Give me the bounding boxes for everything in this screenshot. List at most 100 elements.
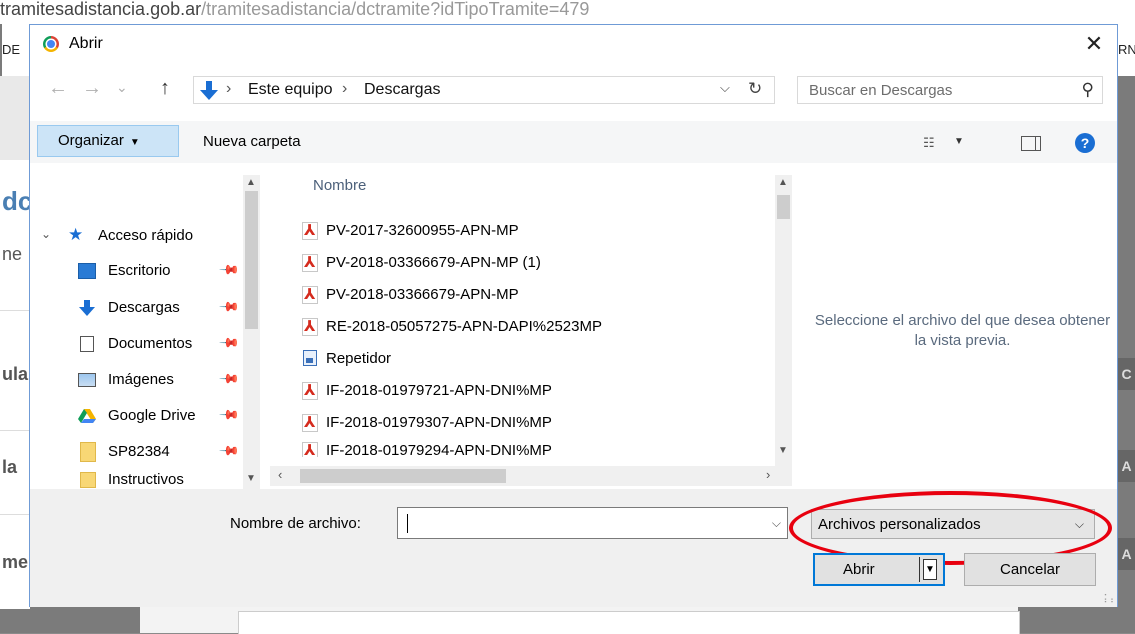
address-dropdown-icon[interactable]: ⌵: [720, 80, 730, 96]
nav-item-escritorio[interactable]: Escritorio 📌: [30, 256, 240, 286]
browser-url-bar: tramitesadistancia.gob.ar/tramitesadista…: [0, 0, 1135, 24]
file-row[interactable]: IF-2018-01979307-APN-DNI%MP: [302, 409, 782, 437]
view-options-icon[interactable]: ☷: [923, 135, 937, 151]
bg-sep: [0, 514, 30, 515]
file-name: RE-2018-05057275-APN-DAPI%2523MP: [326, 318, 602, 335]
up-button[interactable]: ↑: [160, 77, 170, 100]
bg-sep: [0, 430, 30, 431]
nav-item-sp82384[interactable]: SP82384 📌: [30, 437, 240, 467]
file-list: Nombre PV-2017-32600955-APN-MP PV-2018-0…: [275, 163, 805, 481]
scroll-up-icon[interactable]: ▲: [246, 177, 256, 188]
nav-item-label: Google Drive: [108, 407, 196, 424]
scroll-thumb[interactable]: [300, 469, 506, 483]
scroll-right-icon[interactable]: ›: [766, 467, 770, 482]
text-cursor: [407, 514, 408, 533]
navigation-pane: ⌄ ★ Acceso rápido Escritorio 📌 Descargas…: [30, 163, 270, 489]
file-row[interactable]: RE-2018-05057275-APN-DAPI%2523MP: [302, 313, 782, 341]
search-icon: ⚲: [1081, 80, 1094, 99]
preview-pane: Seleccione el archivo del que desea obte…: [808, 163, 1117, 489]
file-row[interactable]: PV-2018-03366679-APN-MP (1): [302, 249, 782, 277]
nav-item-google-drive[interactable]: Google Drive 📌: [30, 401, 240, 431]
split-divider: [919, 557, 920, 582]
chrome-icon: [43, 36, 59, 52]
pin-icon: 📌: [218, 258, 241, 281]
scroll-thumb[interactable]: [777, 195, 790, 219]
pdf-file-icon: [302, 413, 318, 432]
bg-input: [238, 611, 1020, 634]
pdf-file-icon: [302, 221, 318, 240]
url-path: /tramitesadistancia/dctramite?idTipoTram…: [201, 0, 590, 19]
bg-tab-right: RN: [1118, 24, 1135, 76]
file-name: IF-2018-01979721-APN-DNI%MP: [326, 382, 552, 399]
scroll-up-icon[interactable]: ▲: [778, 177, 788, 188]
pin-icon: 📌: [218, 331, 241, 354]
scroll-down-icon[interactable]: ▼: [246, 473, 256, 484]
dialog-title: Abrir: [69, 35, 103, 52]
refresh-icon[interactable]: ↻: [748, 79, 762, 99]
view-caret-icon[interactable]: ▼: [954, 136, 964, 147]
bg-fragment-r2: A: [1118, 538, 1135, 570]
nav-item-label: Descargas: [108, 299, 180, 316]
caret-down-icon: ▼: [129, 137, 140, 148]
back-button[interactable]: ←: [48, 77, 68, 100]
breadcrumb-descargas[interactable]: Descargas: [364, 81, 440, 99]
scroll-left-icon[interactable]: ‹: [278, 467, 282, 482]
nav-item-label: Imágenes: [108, 371, 174, 388]
file-row[interactable]: IF-2018-01979721-APN-DNI%MP: [302, 377, 782, 405]
bg-tab-left: DE: [2, 24, 30, 76]
resize-grip-icon[interactable]: ⠠ ⠰⠰: [1101, 589, 1114, 605]
chevron-down-icon[interactable]: ⌄: [41, 227, 51, 241]
bg-sep: [0, 310, 30, 311]
bg-fragment-4: me: [2, 552, 29, 572]
file-row[interactable]: Repetidor: [302, 345, 782, 373]
chevron-down-icon[interactable]: ⌵: [772, 516, 781, 531]
nav-item-label: Instructivos: [108, 471, 184, 488]
open-button-label: Abrir: [843, 561, 875, 578]
file-row[interactable]: IF-2018-01979294-APN-DNI%MP: [302, 437, 782, 457]
recent-locations-button[interactable]: ⌄: [116, 79, 128, 96]
scroll-thumb[interactable]: [245, 191, 258, 329]
pin-icon: 📌: [218, 367, 241, 390]
file-list-hscrollbar[interactable]: ‹ ›: [270, 466, 792, 486]
organize-button[interactable]: Organizar ▼: [37, 125, 179, 157]
cancel-button[interactable]: Cancelar: [964, 553, 1096, 586]
close-button[interactable]: ✕: [1079, 29, 1109, 59]
new-folder-button[interactable]: Nueva carpeta: [203, 133, 301, 150]
google-drive-icon: [78, 409, 96, 423]
nav-item-label: Documentos: [108, 335, 193, 352]
file-name: IF-2018-01979294-APN-DNI%MP: [326, 442, 552, 457]
file-row[interactable]: PV-2017-32600955-APN-MP: [302, 217, 782, 245]
bg-right-fragments: C A A: [1118, 330, 1135, 570]
pdf-file-icon: [302, 285, 318, 304]
file-list-scrollbar[interactable]: ▲ ▼: [775, 175, 792, 481]
nav-item-imagenes[interactable]: Imágenes 📌: [30, 365, 240, 395]
pdf-file-icon: [302, 381, 318, 400]
breadcrumb-separator: ›: [342, 80, 348, 97]
open-button[interactable]: Abrir ▼: [813, 553, 945, 586]
pdf-file-icon: [302, 253, 318, 272]
pictures-icon: [78, 373, 96, 387]
forward-button[interactable]: →: [82, 77, 102, 100]
dialog-titlebar: Abrir ✕: [30, 25, 1117, 65]
column-header-nombre[interactable]: Nombre: [313, 177, 366, 194]
split-dropdown-icon[interactable]: ▼: [923, 559, 937, 580]
breadcrumb-este-equipo[interactable]: Este equipo: [248, 81, 333, 99]
nav-pane-scrollbar[interactable]: ▲ ▼: [243, 175, 260, 490]
file-row[interactable]: PV-2018-03366679-APN-MP: [302, 281, 782, 309]
url-host: tramitesadistancia.gob.ar: [0, 0, 202, 19]
nav-item-documentos[interactable]: Documentos 📌: [30, 329, 240, 359]
nav-item-quick-access[interactable]: ⌄ ★ Acceso rápido: [30, 221, 240, 251]
nav-item-descargas[interactable]: Descargas 📌: [30, 293, 240, 323]
desktop-icon: [78, 263, 96, 279]
file-name-input[interactable]: ⌵: [397, 507, 788, 539]
address-bar[interactable]: › Este equipo › Descargas ⌵ ↻: [193, 76, 775, 104]
breadcrumb-separator: ›: [226, 80, 232, 97]
preview-pane-icon[interactable]: [1021, 136, 1041, 151]
help-icon[interactable]: ?: [1075, 133, 1095, 153]
search-box[interactable]: Buscar en Descargas ⚲: [797, 76, 1103, 104]
pdf-file-icon: [302, 441, 318, 457]
bg-fragment-r1: A: [1118, 450, 1135, 482]
open-file-dialog: Abrir ✕ ← → ⌄ ↑ › Este equipo › Descarga…: [29, 24, 1118, 607]
pin-icon: 📌: [218, 439, 241, 462]
scroll-down-icon[interactable]: ▼: [778, 445, 788, 456]
